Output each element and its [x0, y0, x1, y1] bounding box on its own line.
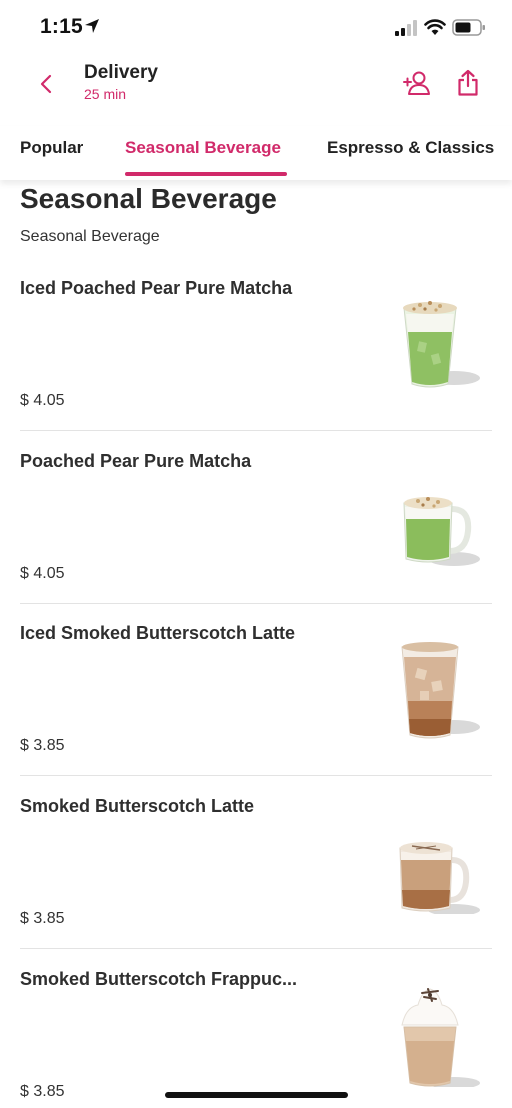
add-person-icon — [403, 71, 430, 95]
delivery-time: 25 min — [84, 86, 127, 102]
location-arrow-icon — [85, 19, 99, 33]
menu-item[interactable]: Iced Smoked Butterscotch Latte $ 3.85 — [0, 603, 512, 776]
item-price: $ 3.85 — [20, 737, 65, 754]
item-price: $ 4.05 — [20, 565, 65, 582]
status-time: 1:15 — [40, 15, 83, 38]
menu-item[interactable]: Iced Poached Pear Pure Matcha $ 4.05 — [0, 258, 512, 431]
tab-espresso-classics[interactable]: Espresso & Classics — [327, 138, 494, 158]
cellular-signal-icon — [395, 20, 417, 36]
section-title: Seasonal Beverage — [20, 183, 277, 214]
tab-popular[interactable]: Popular — [20, 138, 83, 158]
wifi-icon — [424, 19, 446, 35]
category-tabs: Popular Seasonal Beverage Espresso & Cla… — [0, 126, 512, 180]
iced-butterscotch-latte-image — [401, 642, 480, 739]
share-button[interactable] — [451, 66, 485, 100]
active-tab-indicator — [125, 172, 287, 176]
header-title: Delivery — [84, 62, 158, 83]
share-icon — [458, 69, 478, 96]
tab-seasonal-beverage[interactable]: Seasonal Beverage — [125, 138, 281, 158]
back-button[interactable] — [30, 68, 62, 100]
group-order-button[interactable] — [400, 66, 434, 100]
home-indicator — [165, 1092, 348, 1098]
chevron-left-icon — [40, 74, 52, 94]
item-price: $ 4.05 — [20, 392, 65, 409]
item-price: $ 3.85 — [20, 1083, 65, 1100]
menu-item[interactable]: Smoked Butterscotch Latte $ 3.85 — [0, 776, 512, 949]
menu-item[interactable]: Smoked Butterscotch Frappuc... $ 3.85 — [0, 949, 512, 1108]
item-name: Iced Smoked Butterscotch Latte — [20, 623, 296, 643]
status-bar: 1:15 — [0, 0, 512, 56]
item-name: Poached Pear Pure Matcha — [20, 451, 252, 471]
menu-item[interactable]: Poached Pear Pure Matcha $ 4.05 — [0, 431, 512, 604]
item-price: $ 3.85 — [20, 910, 65, 927]
item-name: Iced Poached Pear Pure Matcha — [20, 278, 293, 298]
section-subtitle: Seasonal Beverage — [20, 228, 160, 245]
battery-icon — [452, 19, 485, 36]
header: Delivery 25 min — [0, 56, 512, 126]
hot-butterscotch-latte-image — [399, 842, 480, 914]
item-name: Smoked Butterscotch Latte — [20, 796, 255, 816]
hot-matcha-drink-image — [403, 497, 480, 566]
iced-matcha-drink-image — [403, 301, 480, 388]
item-name: Smoked Butterscotch Frappuc... — [20, 969, 298, 989]
butterscotch-frappuccino-image — [401, 988, 480, 1087]
